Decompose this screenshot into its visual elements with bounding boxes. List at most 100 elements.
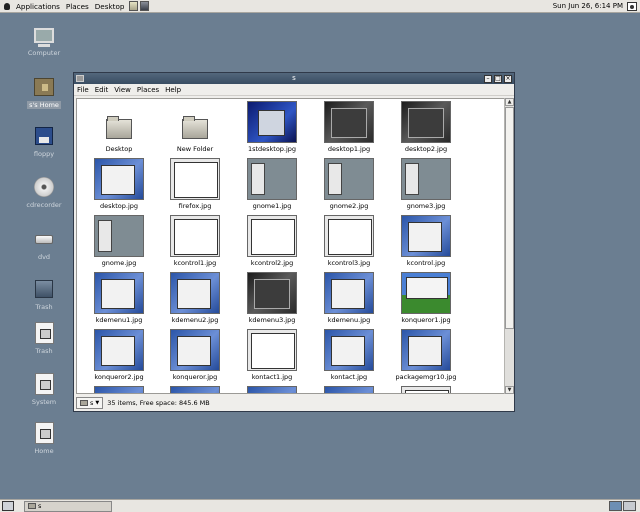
- launcher-terminal-icon[interactable]: [140, 1, 150, 11]
- desktop-icon-label: Trash: [35, 347, 53, 355]
- menu-file[interactable]: File: [77, 86, 89, 94]
- menu-places[interactable]: Places: [137, 86, 159, 94]
- gnome-foot-icon[interactable]: [3, 2, 12, 11]
- image-thumbnail-icon: [94, 329, 144, 371]
- folder-icon: [80, 400, 88, 406]
- menu-view[interactable]: View: [114, 86, 131, 94]
- file-item[interactable]: konqueror.jpg: [163, 329, 227, 381]
- file-item[interactable]: firefox.jpg: [163, 158, 227, 210]
- file-item[interactable]: kdemenu2.jpg: [163, 272, 227, 324]
- clock[interactable]: Sun Jun 26, 6:14 PM: [549, 2, 627, 10]
- image-thumbnail-icon: [401, 329, 451, 371]
- file-name: kcontrol1.jpg: [173, 259, 217, 267]
- location-button[interactable]: s ▼: [76, 397, 104, 409]
- menu-help[interactable]: Help: [165, 86, 181, 94]
- scroll-thumb[interactable]: [505, 107, 514, 329]
- file-icon: [33, 322, 55, 344]
- bottom-panel: s: [0, 499, 640, 512]
- folder-icon: [182, 116, 208, 139]
- file-item[interactable]: New Folder: [163, 101, 227, 153]
- desktop-icon[interactable]: dvd: [14, 228, 74, 261]
- file-item[interactable]: kcontrol.jpg: [394, 215, 458, 267]
- folder-icon: [28, 503, 36, 509]
- dvd-icon: [33, 228, 55, 250]
- workspace-1[interactable]: [609, 501, 622, 511]
- file-item[interactable]: gnome2.jpg: [317, 158, 381, 210]
- desktop-icon-label: cdrecorder: [26, 201, 62, 209]
- taskbar-window-label: s: [38, 502, 42, 510]
- desktop-icon[interactable]: cdrecorder: [14, 176, 74, 209]
- desktop-icon[interactable]: floppy: [14, 125, 74, 158]
- launcher-text-editor-icon[interactable]: [129, 1, 139, 11]
- image-thumbnail-icon: [324, 329, 374, 371]
- file-item[interactable]: kontact1.jpg: [240, 329, 304, 381]
- file-item[interactable]: [317, 386, 381, 393]
- file-item[interactable]: 1stdesktop.jpg: [240, 101, 304, 153]
- file-item[interactable]: kcontrol3.jpg: [317, 215, 381, 267]
- file-item[interactable]: gnome.jpg: [87, 215, 151, 267]
- update-notifier-icon[interactable]: [627, 1, 637, 11]
- desktop-icon[interactable]: Home: [14, 422, 74, 455]
- file-name: 1stdesktop.jpg: [247, 145, 297, 153]
- file-name: gnome1.jpg: [252, 202, 292, 210]
- file-name: kdemenu1.jpg: [95, 316, 143, 324]
- file-name: gnome2.jpg: [329, 202, 369, 210]
- file-item[interactable]: kdemenu1.jpg: [87, 272, 151, 324]
- show-desktop-button[interactable]: [2, 501, 14, 511]
- scroll-up-arrow[interactable]: ▲: [505, 98, 514, 106]
- file-item[interactable]: Desktop: [87, 101, 151, 153]
- menu-desktop[interactable]: Desktop: [92, 0, 128, 13]
- workspace-2[interactable]: [623, 501, 636, 511]
- file-item[interactable]: [163, 386, 227, 393]
- file-icon-view[interactable]: Desktop New Folder 1stdesktop.jpg desktop1.…: [76, 98, 506, 394]
- file-item[interactable]: kdemenu.jpg: [317, 272, 381, 324]
- menu-applications[interactable]: Applications: [13, 0, 63, 13]
- file-item[interactable]: desktop.jpg: [87, 158, 151, 210]
- file-name: desktop.jpg: [99, 202, 139, 210]
- desktop-icon[interactable]: Trash: [14, 278, 74, 311]
- file-item[interactable]: kcontrol2.jpg: [240, 215, 304, 267]
- workspace-switcher: [609, 501, 636, 511]
- file-name: konqueror1.jpg: [401, 316, 451, 324]
- window-title: s: [292, 74, 296, 82]
- vertical-scrollbar[interactable]: ▲ ▼: [504, 98, 514, 394]
- desktop-icon[interactable]: s's Home: [14, 76, 74, 109]
- image-thumbnail-icon: [401, 272, 451, 314]
- file-item[interactable]: konqueror1.jpg: [394, 272, 458, 324]
- image-thumbnail-icon: [247, 101, 297, 143]
- file-item[interactable]: desktop2.jpg: [394, 101, 458, 153]
- file-item[interactable]: kdemenu3.jpg: [240, 272, 304, 324]
- floppy-icon: [33, 125, 55, 147]
- window-titlebar[interactable]: s – □ ×: [74, 73, 514, 84]
- taskbar-window-button[interactable]: s: [24, 500, 112, 512]
- menu-edit[interactable]: Edit: [95, 86, 109, 94]
- desktop-icon[interactable]: Trash: [14, 322, 74, 355]
- file-item[interactable]: gnome1.jpg: [240, 158, 304, 210]
- desktop-icon[interactable]: Computer: [14, 24, 74, 57]
- status-text: 35 items, Free space: 845.6 MB: [107, 399, 210, 407]
- image-thumbnail-icon: [94, 158, 144, 200]
- file-item[interactable]: kcontrol1.jpg: [163, 215, 227, 267]
- file-item[interactable]: kontact.jpg: [317, 329, 381, 381]
- file-item[interactable]: [240, 386, 304, 393]
- image-thumbnail-icon: [401, 215, 451, 257]
- computer-icon: [33, 24, 55, 47]
- file-name: konqueror.jpg: [172, 373, 218, 381]
- file-item[interactable]: [87, 386, 151, 393]
- statusbar: s ▼ 35 items, Free space: 845.6 MB: [74, 395, 514, 411]
- image-thumbnail-icon: [94, 272, 144, 314]
- cd-icon: [33, 176, 55, 198]
- file-item[interactable]: gnome3.jpg: [394, 158, 458, 210]
- file-name: New Folder: [176, 145, 214, 153]
- menu-places[interactable]: Places: [63, 0, 92, 13]
- image-thumbnail-icon: [170, 272, 220, 314]
- image-thumbnail-icon: [170, 215, 220, 257]
- file-item[interactable]: desktop1.jpg: [317, 101, 381, 153]
- image-thumbnail-icon: [324, 158, 374, 200]
- scroll-down-arrow[interactable]: ▼: [505, 386, 514, 394]
- desktop-icon[interactable]: System: [14, 373, 74, 406]
- home-folder-icon: [33, 76, 55, 98]
- file-item[interactable]: konqueror2.jpg: [87, 329, 151, 381]
- file-item[interactable]: [394, 386, 458, 393]
- file-item[interactable]: packagemgr10.jpg: [394, 329, 458, 381]
